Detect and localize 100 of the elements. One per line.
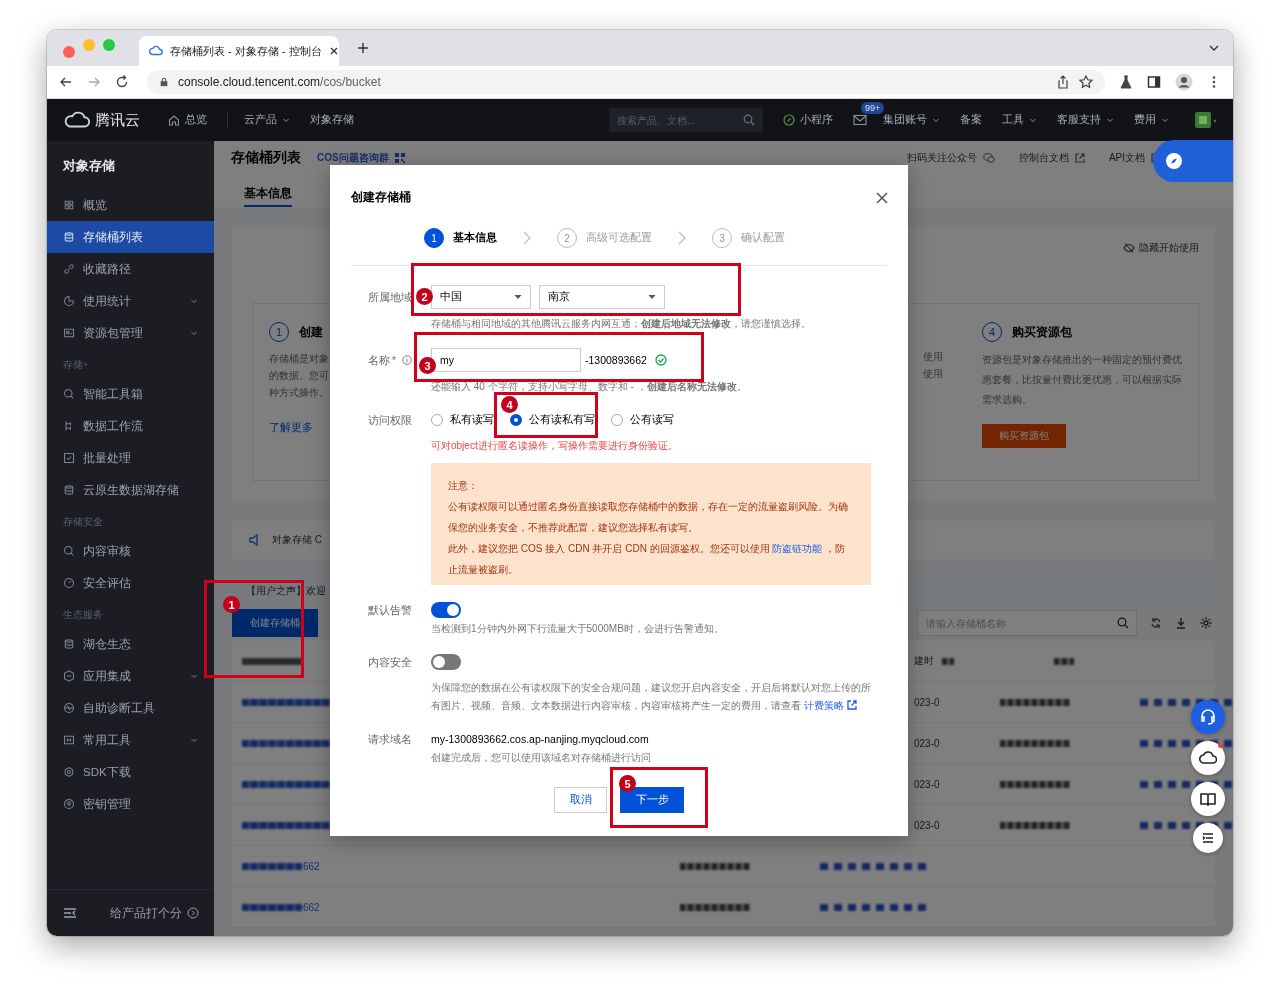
address-bar[interactable]: console.cloud.tencent.com/cos/bucket [147, 70, 1105, 94]
avatar-icon[interactable] [1195, 112, 1217, 128]
region-dropdown[interactable]: 南京 [539, 285, 665, 309]
content-security-toggle[interactable] [431, 654, 461, 670]
book-icon [1199, 790, 1217, 808]
browser-tab[interactable]: 存储桶列表 - 对象存储 - 控制台 [139, 36, 339, 66]
hex-icon [63, 670, 75, 682]
sidebar-item[interactable]: SDK下载 [47, 756, 214, 788]
guide-button[interactable] [1153, 140, 1233, 182]
eye-slash-icon [1123, 242, 1135, 254]
hotlink-protection-link[interactable]: 防盗链功能 [772, 543, 823, 554]
step-label: 基本信息 [453, 231, 497, 245]
access-radio[interactable]: 私有读写 [431, 413, 494, 427]
pixelated-text [942, 657, 954, 665]
sidebar-item[interactable]: 智能工具箱 [47, 378, 214, 410]
table-cell: 023-0 [914, 737, 940, 749]
sidebar-item[interactable]: 内容审核 [47, 535, 214, 567]
sidebar-item[interactable]: 数据工作流 [47, 410, 214, 442]
brand-name: 腾讯云 [95, 110, 140, 130]
banner-text: 【用户之声】欢迎 [246, 584, 326, 598]
link-circle-icon [783, 114, 795, 126]
sidebar-item[interactable]: 湖仓生态 [47, 628, 214, 660]
pricing-link[interactable]: 计费策略 [803, 700, 857, 711]
profile-icon[interactable] [1175, 73, 1193, 91]
column-header: 建时 [914, 654, 934, 668]
search-icon[interactable] [1117, 617, 1129, 629]
sidebar-item[interactable]: 云原生数据湖存储 [47, 474, 214, 506]
sidebar-item[interactable]: 密钥管理 [47, 788, 214, 820]
bucket-name-input[interactable]: my [431, 348, 581, 372]
nav-link[interactable]: 工具 [1002, 113, 1037, 127]
info-icon[interactable] [402, 355, 412, 365]
download-icon[interactable] [1175, 617, 1187, 629]
sidebar-item[interactable]: 概览 [47, 189, 214, 221]
hint-text: 为保障您的数据在公有读权限下的安全合规问题，建议您开启内容安全，开启后将默认对您上传的所有图片、视频、音频、文本数据进行内容审核，内容审核将产生一定的费用，请查看 计费策略 [431, 681, 871, 713]
pixelated-text [999, 821, 1070, 829]
page-tab[interactable]: 基本信息 [244, 186, 292, 207]
next-step-button[interactable]: 下一步 [620, 787, 684, 813]
nav-link[interactable]: 备案 [960, 113, 982, 127]
nav-link[interactable]: 客服支持 [1057, 113, 1114, 127]
plus-icon[interactable] [357, 42, 369, 54]
card-title: 购买资源包 [1012, 323, 1072, 341]
rate-product-link[interactable]: 给产品打个分 [110, 905, 182, 921]
search-icon[interactable] [743, 114, 755, 126]
pixelated-text [242, 862, 302, 870]
sidebar-item[interactable]: 使用统计 [47, 285, 214, 317]
compass-icon [1165, 152, 1183, 170]
notice-title: 注意： [448, 479, 479, 493]
sidebar-item[interactable]: 常用工具 [47, 724, 214, 756]
sidebar-item[interactable]: 存储桶列表 [47, 221, 214, 253]
pie-icon [63, 295, 75, 307]
headset-icon [1199, 708, 1217, 726]
pixelated-text [1054, 657, 1074, 665]
region-dropdown[interactable]: 中国 [431, 285, 531, 309]
page-title: 存储桶列表 [231, 149, 301, 167]
nav-link[interactable]: 集团账号 [883, 113, 940, 127]
field-label: 请求域名 [368, 732, 413, 747]
sidebar-item[interactable]: 资源包管理 [47, 317, 214, 349]
settings-icon[interactable] [1200, 617, 1212, 629]
cancel-button[interactable]: 取消 [554, 787, 607, 813]
link-icon [63, 263, 75, 275]
hint-text: 创建完成后，您可以使用该域名对存储桶进行访问 [431, 751, 652, 765]
sidebar-item[interactable]: 安全评估 [47, 567, 214, 599]
caret-icon [1029, 116, 1037, 124]
db-icon [63, 231, 75, 243]
refresh-icon[interactable] [1150, 617, 1162, 629]
header-link[interactable]: 控制台文档 [1018, 151, 1069, 165]
card-text: 的数据。您可 [269, 369, 329, 383]
nav-link[interactable]: 云产品 [244, 113, 290, 127]
nav-link[interactable]: 对象存储 [310, 113, 354, 127]
reload-icon[interactable] [115, 75, 129, 89]
close-icon[interactable] [876, 191, 888, 204]
cloud-logo-icon [63, 110, 91, 130]
sidebar-item[interactable]: 批量处理 [47, 442, 214, 474]
nav-link[interactable]: 费用 [1134, 113, 1169, 127]
star-icon[interactable] [1079, 75, 1093, 89]
hint-text: 当检测到1分钟内外网下行流量大于5000MB时，会进行告警通知。 [431, 622, 725, 636]
back-icon[interactable] [59, 75, 73, 89]
sidebar-icon[interactable] [1147, 75, 1161, 89]
db-icon [63, 638, 75, 650]
flask-icon[interactable] [1119, 75, 1133, 89]
sidebar-item[interactable]: 自助诊断工具 [47, 692, 214, 724]
mail-icon[interactable] [853, 113, 867, 127]
hide-guide-link[interactable]: 隐藏开始使用 [1139, 241, 1199, 255]
header-link[interactable]: API文档 [1108, 151, 1145, 165]
section-heading: 生态服务 [62, 608, 104, 622]
share-icon[interactable] [1056, 75, 1070, 89]
nav-link[interactable]: 小程序 [783, 113, 833, 127]
field-label: 默认告警 [368, 603, 413, 618]
sidebar-item[interactable]: 应用集成 [47, 660, 214, 692]
chevron-down-icon[interactable] [1209, 43, 1219, 53]
header-link[interactable]: 扫码关注公众号 [906, 151, 977, 165]
close-icon[interactable] [328, 46, 339, 56]
qr-code-icon[interactable] [394, 153, 405, 163]
alarm-toggle[interactable] [431, 602, 461, 618]
nav-link[interactable]: 总览 [168, 113, 207, 127]
access-radio[interactable]: 公有读写 [611, 413, 674, 427]
collapse-menu-icon[interactable] [63, 906, 77, 920]
lock-icon [159, 77, 169, 87]
create-bucket-button[interactable]: 创建存储桶 [232, 609, 318, 637]
sidebar-item[interactable]: 收藏路径 [47, 253, 214, 285]
